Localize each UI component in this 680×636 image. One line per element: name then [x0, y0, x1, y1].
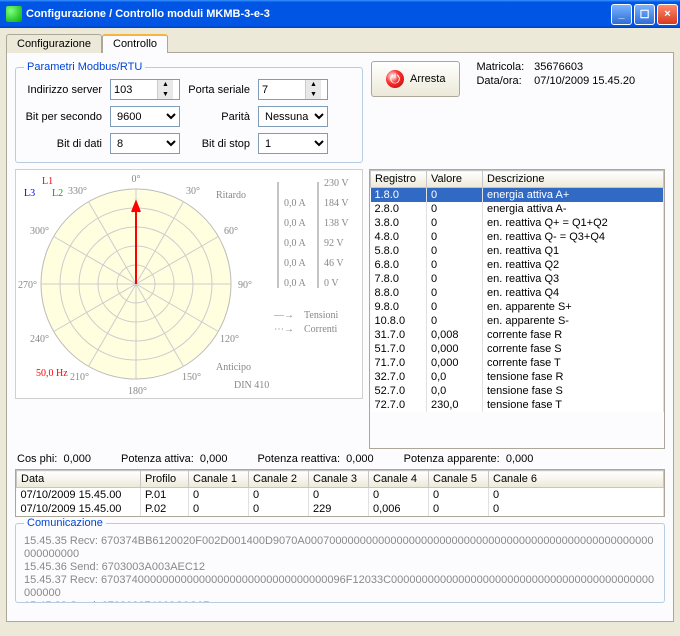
table-row[interactable]: 52.7.00,0tensione fase S	[371, 384, 664, 398]
window-title: Configurazione / Controllo moduli MKMB-3…	[26, 8, 609, 20]
table-row[interactable]: 71.7.00,000corrente fase T	[371, 356, 664, 370]
svg-text:0,0 A: 0,0 A	[284, 238, 306, 249]
svg-text:Anticipo: Anticipo	[216, 362, 251, 373]
legend-comunicazione: Comunicazione	[24, 517, 106, 529]
col-descrizione[interactable]: Descrizione	[483, 171, 664, 188]
table-row[interactable]: 3.8.00en. reattiva Q+ = Q1+Q2	[371, 216, 664, 230]
table-row[interactable]: 6.8.00en. reattiva Q2	[371, 258, 664, 272]
col-registro[interactable]: Registro	[371, 171, 427, 188]
comm-line: 15.45.35 Recv: 670374BB6120020F002D00140…	[24, 535, 656, 561]
svg-text:90°: 90°	[238, 280, 252, 291]
table-row[interactable]: 72.7.0230,0tensione fase T	[371, 398, 664, 412]
arresta-label: Arresta	[410, 73, 445, 85]
svg-text:330°: 330°	[68, 186, 87, 197]
table-row[interactable]: 4.8.00en. reattiva Q- = Q3+Q4	[371, 230, 664, 244]
close-button[interactable]: ×	[657, 4, 678, 25]
parity-select[interactable]: Nessuna	[258, 106, 328, 127]
comm-line: 15.45.37 Recv: 6703740000000000000000000…	[24, 574, 656, 600]
table-row[interactable]: 31.7.00,008corrente fase R	[371, 328, 664, 342]
col-valore[interactable]: Valore	[427, 171, 483, 188]
svg-text:Ritardo: Ritardo	[216, 190, 246, 201]
fieldset-comunicazione: Comunicazione 15.45.35 Recv: 670374BB612…	[15, 517, 665, 603]
svg-text:46 V: 46 V	[324, 258, 344, 269]
svg-text:300°: 300°	[30, 226, 49, 237]
table-row[interactable]: 7.8.00en. reattiva Q3	[371, 272, 664, 286]
table-row[interactable]: 10.8.00en. apparente S-	[371, 314, 664, 328]
svg-text:Correnti: Correnti	[304, 324, 338, 335]
stopbits-select[interactable]: 1	[258, 133, 328, 154]
titlebar: Configurazione / Controllo moduli MKMB-3…	[0, 0, 680, 28]
comm-line: 15.45.38 Send: 670300074003C0C07	[24, 600, 656, 603]
datetime-label: Data/ora:	[476, 75, 524, 87]
svg-text:92 V: 92 V	[324, 238, 344, 249]
svg-text:0°: 0°	[132, 174, 141, 185]
svg-text:50,0 Hz: 50,0 Hz	[36, 368, 68, 379]
table-row[interactable]: 51.7.00,000corrente fase S	[371, 342, 664, 356]
table-row[interactable]: 5.8.00en. reattiva Q1	[371, 244, 664, 258]
svg-text:60°: 60°	[224, 226, 238, 237]
table-row[interactable]: 07/10/2009 15.45.00P.02002290,00600	[17, 502, 664, 516]
table-row[interactable]: 1.8.00energia attiva A+	[371, 188, 664, 203]
parity-label: Parità	[188, 111, 250, 123]
svg-text:0,0 A: 0,0 A	[284, 278, 306, 289]
comm-log[interactable]: 15.45.35 Recv: 670374BB6120020F002D00140…	[24, 535, 656, 603]
registers-table[interactable]: Registro Valore Descrizione 1.8.00energi…	[369, 169, 665, 449]
table-row[interactable]: 8.8.00en. reattiva Q4	[371, 286, 664, 300]
addr-input[interactable]: ▲▼	[110, 79, 180, 100]
serial-value: 35676603	[534, 61, 635, 73]
svg-text:⋯→: ⋯→	[274, 324, 294, 335]
minimize-button[interactable]: _	[611, 4, 632, 25]
svg-text:Tensioni: Tensioni	[304, 310, 339, 321]
svg-text:DIN 410: DIN 410	[234, 380, 269, 391]
phasor-diagram: 0° 30° 60° 90° 120° 150° 180° 210° 240° …	[15, 169, 363, 399]
tab-configurazione[interactable]: Configurazione	[6, 34, 102, 53]
svg-text:270°: 270°	[18, 280, 37, 291]
table-row[interactable]: 9.8.00en. apparente S+	[371, 300, 664, 314]
app-icon	[6, 6, 22, 22]
svg-text:240°: 240°	[30, 334, 49, 345]
stop-icon: ⏻	[386, 70, 404, 88]
table-row[interactable]: 07/10/2009 15.45.00P.01000000	[17, 488, 664, 503]
svg-text:150°: 150°	[182, 372, 201, 383]
comm-line: 15.45.36 Send: 6703003A003AEC12	[24, 561, 656, 574]
datetime-value: 07/10/2009 15.45.20	[534, 75, 635, 87]
tab-controllo[interactable]: Controllo	[102, 34, 168, 53]
stopbits-label: Bit di stop	[188, 138, 250, 150]
svg-text:230 V: 230 V	[324, 178, 349, 189]
svg-text:—→: —→	[273, 310, 294, 321]
legend-modbus: Parametri Modbus/RTU	[24, 61, 145, 73]
svg-text:0,0 A: 0,0 A	[284, 218, 306, 229]
addr-label: Indirizzo server	[24, 84, 102, 96]
svg-text:30°: 30°	[186, 186, 200, 197]
svg-text:0 V: 0 V	[324, 278, 339, 289]
stats-row: Cos phi: 0,000 Potenza attiva: 0,000 Pot…	[15, 449, 665, 469]
port-input[interactable]: ▲▼	[258, 79, 328, 100]
table-row[interactable]: 2.8.00energia attiva A-	[371, 202, 664, 216]
meta-block: Matricola: 35676603 Data/ora: 07/10/2009…	[476, 61, 635, 87]
svg-text:0,0 A: 0,0 A	[284, 198, 306, 209]
port-label: Porta seriale	[188, 84, 250, 96]
svg-text:0,0 A: 0,0 A	[284, 258, 306, 269]
svg-text:L1: L1	[42, 176, 53, 187]
svg-text:138 V: 138 V	[324, 218, 349, 229]
svg-text:184 V: 184 V	[324, 198, 349, 209]
baud-label: Bit per secondo	[24, 111, 102, 123]
serial-label: Matricola:	[476, 61, 524, 73]
arresta-button[interactable]: ⏻ Arresta	[371, 61, 460, 97]
svg-text:210°: 210°	[70, 372, 89, 383]
channels-table[interactable]: Data Profilo Canale 1 Canale 2 Canale 3 …	[15, 469, 665, 517]
svg-text:180°: 180°	[128, 386, 147, 397]
baud-select[interactable]: 9600	[110, 106, 180, 127]
maximize-button[interactable]: ☐	[634, 4, 655, 25]
svg-text:L3: L3	[24, 188, 35, 199]
databits-label: Bit di dati	[24, 138, 102, 150]
tab-panel-controllo: Parametri Modbus/RTU Indirizzo server ▲▼…	[6, 52, 674, 622]
databits-select[interactable]: 8	[110, 133, 180, 154]
fieldset-modbus: Parametri Modbus/RTU Indirizzo server ▲▼…	[15, 61, 363, 163]
svg-text:L2: L2	[52, 188, 63, 199]
svg-text:120°: 120°	[220, 334, 239, 345]
table-row[interactable]: 32.7.00,0tensione fase R	[371, 370, 664, 384]
